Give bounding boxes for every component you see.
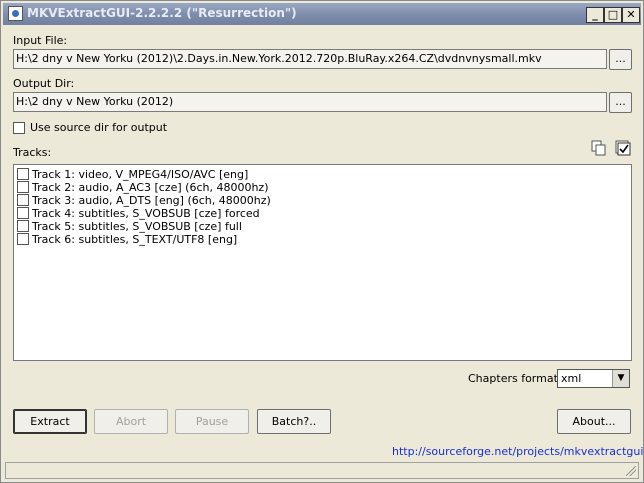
check-all-icon[interactable] bbox=[615, 140, 631, 156]
track-label: Track 4: subtitles, S_VOBSUB [cze] force… bbox=[32, 207, 260, 220]
browse-output-button[interactable]: ... bbox=[609, 92, 632, 113]
project-link[interactable]: http://sourceforge.net/projects/mkvextra… bbox=[392, 445, 644, 458]
track-item-5[interactable]: Track 5: subtitles, S_VOBSUB [cze] full bbox=[17, 220, 242, 233]
window-title: MKVExtractGUI-2.2.2.2 ("Resurrection") bbox=[27, 6, 297, 20]
output-dir-field[interactable]: H:\2 dny v New Yorku (2012) bbox=[13, 92, 607, 112]
extract-button[interactable]: Extract bbox=[13, 409, 87, 434]
input-file-field[interactable]: H:\2 dny v New Yorku (2012)\2.Days.in.Ne… bbox=[13, 49, 607, 69]
track-checkbox[interactable] bbox=[17, 220, 29, 232]
track-label: Track 2: audio, A_AC3 [cze] (6ch, 48000h… bbox=[32, 181, 269, 194]
tracks-list[interactable]: Track 1: video, V_MPEG4/ISO/AVC [eng] Tr… bbox=[13, 164, 632, 361]
use-source-dir-checkbox[interactable] bbox=[13, 122, 25, 134]
chapters-format-value: xml bbox=[561, 372, 582, 385]
output-dir-label: Output Dir: bbox=[13, 77, 75, 90]
track-checkbox[interactable] bbox=[17, 181, 29, 193]
maximize-button[interactable]: □ bbox=[604, 7, 622, 23]
close-button[interactable]: ✕ bbox=[622, 7, 640, 23]
pause-button[interactable]: Pause bbox=[175, 409, 249, 434]
resize-grip-icon[interactable] bbox=[626, 466, 636, 476]
track-checkbox[interactable] bbox=[17, 194, 29, 206]
track-checkbox[interactable] bbox=[17, 207, 29, 219]
app-window: MKVExtractGUI-2.2.2.2 ("Resurrection") _… bbox=[0, 0, 644, 483]
copy-icon[interactable] bbox=[591, 140, 607, 156]
chevron-down-icon[interactable]: ▼ bbox=[612, 370, 629, 387]
abort-button[interactable]: Abort bbox=[94, 409, 168, 434]
track-label: Track 1: video, V_MPEG4/ISO/AVC [eng] bbox=[32, 168, 249, 181]
track-checkbox[interactable] bbox=[17, 233, 29, 245]
track-item-6[interactable]: Track 6: subtitles, S_TEXT/UTF8 [eng] bbox=[17, 233, 237, 246]
app-icon bbox=[8, 6, 23, 21]
batch-button[interactable]: Batch?.. bbox=[257, 409, 331, 434]
input-file-label: Input File: bbox=[13, 34, 68, 47]
use-source-dir-label: Use source dir for output bbox=[30, 121, 168, 134]
minimize-button[interactable]: _ bbox=[586, 7, 604, 23]
track-item-3[interactable]: Track 3: audio, A_DTS [eng] (6ch, 48000h… bbox=[17, 194, 271, 207]
status-bar bbox=[5, 462, 639, 479]
chapters-format-label: Chapters format: bbox=[468, 372, 562, 385]
track-label: Track 3: audio, A_DTS [eng] (6ch, 48000h… bbox=[32, 194, 271, 207]
about-button[interactable]: About... bbox=[557, 409, 631, 434]
track-item-2[interactable]: Track 2: audio, A_AC3 [cze] (6ch, 48000h… bbox=[17, 181, 269, 194]
chapters-format-select[interactable]: xml ▼ bbox=[557, 369, 630, 388]
browse-input-button[interactable]: ... bbox=[609, 49, 632, 70]
track-label: Track 5: subtitles, S_VOBSUB [cze] full bbox=[32, 220, 242, 233]
title-bar[interactable]: MKVExtractGUI-2.2.2.2 ("Resurrection") _… bbox=[3, 3, 641, 25]
tracks-label: Tracks: bbox=[13, 146, 52, 159]
track-item-4[interactable]: Track 4: subtitles, S_VOBSUB [cze] force… bbox=[17, 207, 260, 220]
track-item-1[interactable]: Track 1: video, V_MPEG4/ISO/AVC [eng] bbox=[17, 168, 248, 181]
track-checkbox[interactable] bbox=[17, 168, 29, 180]
track-label: Track 6: subtitles, S_TEXT/UTF8 [eng] bbox=[32, 233, 238, 246]
